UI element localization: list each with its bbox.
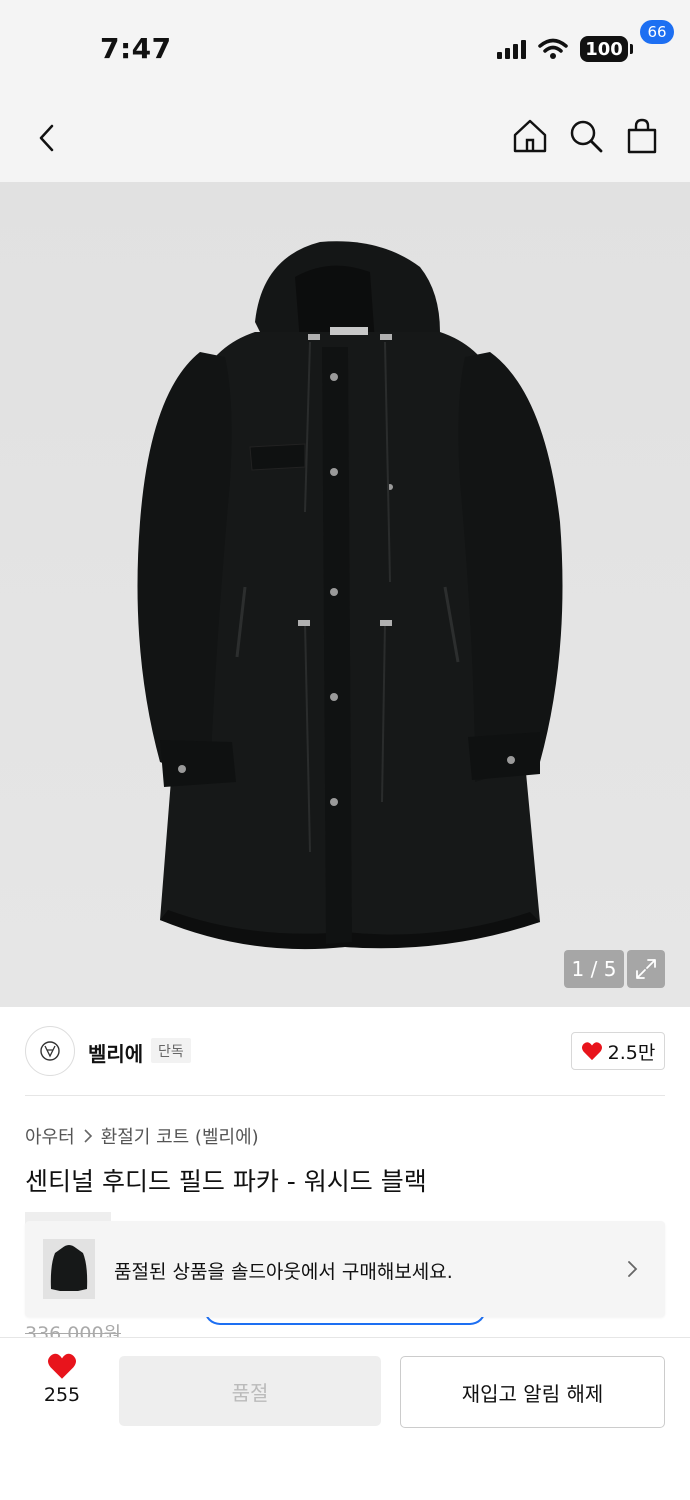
- battery-icon: 100: [580, 36, 633, 62]
- exclusive-tag: 단독: [151, 1038, 191, 1063]
- banner-product-image: [43, 1239, 95, 1299]
- cart-count-badge: 66: [640, 20, 674, 44]
- soldout-button: 품절: [119, 1356, 381, 1426]
- heart-icon: [581, 1042, 602, 1061]
- wishlist-count: 255: [43, 1384, 81, 1406]
- restock-alert-button[interactable]: 재입고 알림 해제: [400, 1356, 665, 1428]
- chevron-right-icon: [84, 1129, 92, 1143]
- product-title: 센티널 후디드 필드 파카 - 워시드 블랙: [25, 1167, 427, 1196]
- brand-logo[interactable]: [25, 1026, 75, 1076]
- breadcrumb-category[interactable]: 아우터: [25, 1123, 75, 1149]
- product-image: [0, 182, 690, 1007]
- expand-icon: [636, 959, 656, 979]
- status-bar: 7:47 100: [0, 0, 690, 96]
- status-icons: 100: [497, 36, 633, 62]
- brand-name[interactable]: 벨리에: [88, 1038, 143, 1067]
- original-price: 336,000원: [25, 1323, 122, 1339]
- divider: [25, 1095, 665, 1096]
- brand-like-count: 2.5만: [607, 1041, 656, 1064]
- breadcrumb: 아우터 환절기 코트 (벨리에): [25, 1123, 259, 1149]
- breadcrumb-subcategory[interactable]: 환절기 코트 (벨리에): [101, 1123, 259, 1149]
- bottom-action-bar: 255 품절 재입고 알림 해제: [0, 1337, 690, 1500]
- nav-bar: [0, 96, 690, 182]
- banner-thumbnail: [43, 1239, 95, 1299]
- status-time: 7:47: [100, 32, 172, 65]
- home-icon[interactable]: [510, 116, 550, 156]
- brand-logo-icon: [40, 1041, 60, 1061]
- brand-like-button[interactable]: 2.5만: [571, 1032, 665, 1070]
- wifi-icon: [538, 38, 568, 59]
- chevron-right-icon: [628, 1261, 638, 1277]
- shopping-bag-icon[interactable]: [622, 116, 662, 156]
- soldout-banner-text: 품절된 상품을 솔드아웃에서 구매해보세요.: [114, 1261, 453, 1283]
- back-icon[interactable]: [28, 118, 68, 158]
- search-icon[interactable]: [566, 116, 606, 156]
- brand-row: 벨리에 단독 2.5만: [25, 1022, 665, 1080]
- soldout-banner[interactable]: 품절된 상품을 솔드아웃에서 구매해보세요.: [25, 1221, 665, 1317]
- signal-icon: [497, 39, 526, 59]
- product-image-gallery[interactable]: 1 / 5: [0, 182, 690, 1007]
- image-page-indicator: 1 / 5: [564, 950, 624, 988]
- expand-button[interactable]: [627, 950, 665, 988]
- heart-icon: [48, 1353, 76, 1379]
- wishlist-button[interactable]: 255: [26, 1352, 98, 1422]
